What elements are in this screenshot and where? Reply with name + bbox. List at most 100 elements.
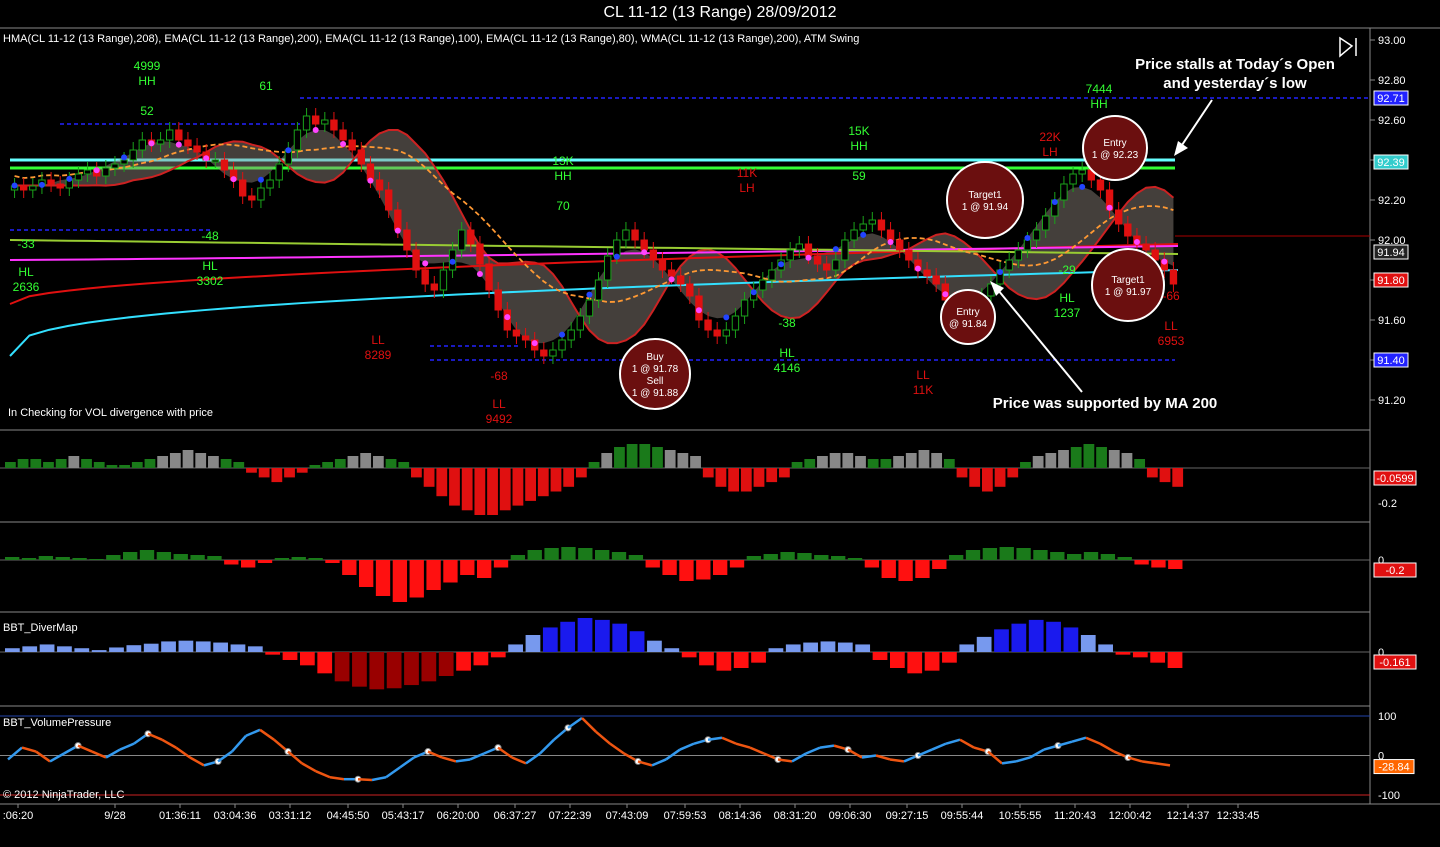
histogram-bar — [1167, 652, 1183, 668]
note-price-stalls: Price stalls at Today´s Open and yesterd… — [1110, 55, 1360, 93]
candle-body — [740, 299, 749, 317]
candle-body — [895, 239, 904, 251]
vp-line-segment — [245, 728, 261, 737]
swing-dot — [1161, 258, 1168, 265]
histogram-bar — [1132, 652, 1148, 658]
histogram-bar — [740, 468, 752, 492]
histogram-bar — [829, 453, 841, 468]
histogram-bar — [1096, 447, 1107, 468]
candle-body — [649, 249, 658, 261]
histogram-bar — [411, 468, 422, 478]
histogram-bar — [1032, 456, 1044, 468]
histogram-bar — [612, 623, 628, 652]
histogram-bar — [5, 648, 20, 652]
histogram-bar — [837, 642, 853, 652]
histogram-bar — [258, 468, 270, 478]
time-tick-label: 07:43:09 — [606, 810, 649, 822]
time-tick-label: 05:43:17 — [382, 810, 425, 822]
swing-label: HL — [18, 265, 34, 279]
candle-body — [795, 243, 804, 251]
price-tag-label: 91.94 — [1377, 247, 1405, 259]
candle-body — [311, 115, 320, 125]
histogram-bar — [230, 644, 246, 652]
histogram-bar — [178, 640, 194, 652]
histogram-bar — [5, 557, 20, 560]
histogram-bar — [626, 444, 638, 468]
time-tick-label: 9/28 — [104, 810, 125, 822]
histogram-bar — [715, 468, 727, 487]
candle-body — [768, 269, 776, 281]
vp-line-segment — [189, 756, 205, 767]
atm-strategy-icon[interactable] — [1339, 36, 1357, 58]
swing-dot — [942, 291, 949, 298]
status-text: In Checking for VOL divergence with pric… — [8, 407, 214, 419]
histogram-bar — [438, 652, 454, 676]
histogram-bar — [1050, 552, 1065, 560]
vp-line-segment — [987, 750, 1003, 765]
candle-body — [467, 229, 475, 245]
histogram-bar — [436, 468, 448, 497]
histogram-bar — [907, 652, 923, 674]
histogram-bar — [1083, 552, 1099, 560]
histogram-bar — [372, 456, 384, 468]
candle-body — [120, 159, 128, 165]
candle-body — [713, 329, 721, 337]
swing-label: -38 — [778, 316, 796, 330]
histogram-bar — [855, 456, 866, 468]
candle-body — [56, 183, 64, 189]
swing-label: -29 — [1058, 263, 1076, 277]
vp-line-segment — [77, 744, 93, 753]
time-tick-label: 12:14:37 — [1167, 810, 1210, 822]
price-tick-label: 93.00 — [1378, 35, 1406, 47]
histogram-bar — [30, 459, 42, 468]
histogram-bar — [1011, 623, 1027, 652]
vp-line-segment — [259, 728, 275, 741]
vp-line-segment — [931, 742, 947, 751]
candle-body — [603, 255, 612, 281]
swing-dot — [531, 340, 538, 347]
candle-body — [631, 229, 639, 241]
histogram-bar — [392, 560, 408, 602]
candle-body — [786, 249, 794, 261]
vp-line-segment — [91, 750, 107, 759]
vp-line-segment — [847, 748, 863, 759]
trade-circle-text: 1 @ 91.78 — [632, 364, 679, 375]
vp-line-segment — [959, 738, 975, 749]
histogram-bar — [487, 468, 498, 515]
swing-dot — [997, 269, 1004, 275]
histogram-bar — [664, 648, 680, 652]
histogram-bar — [847, 558, 863, 560]
histogram-bar — [942, 652, 957, 663]
swing-label-sub: HH — [138, 74, 155, 88]
histogram-bar — [284, 468, 295, 478]
candle-body — [430, 283, 439, 291]
candle-body — [813, 255, 822, 265]
candle-body — [83, 169, 92, 175]
histogram-bar — [449, 468, 460, 506]
swing-dot — [1051, 199, 1058, 205]
swing-label-sub: 1237 — [1054, 306, 1081, 320]
histogram-bar — [22, 646, 38, 652]
diver-map-label: BBT_DiverMap — [3, 622, 78, 634]
candle-body — [138, 139, 147, 151]
swing-dot — [476, 271, 483, 277]
candle-body — [859, 223, 867, 231]
histogram-bar — [915, 560, 930, 578]
histogram-bar — [681, 652, 697, 658]
price-tick-label: 91.60 — [1378, 315, 1406, 327]
vp-line-segment — [567, 716, 583, 729]
swing-dot — [175, 141, 182, 148]
histogram-bar — [791, 462, 803, 468]
candle-body — [868, 219, 877, 225]
histogram-bar — [157, 456, 169, 468]
candle-body — [394, 209, 402, 231]
candle-body — [220, 159, 229, 171]
histogram-bar — [182, 450, 194, 468]
histogram-bar — [1134, 459, 1146, 468]
histogram-bar — [309, 465, 321, 468]
price-tick-label: 92.60 — [1378, 115, 1406, 127]
swing-label-sub: 2636 — [13, 280, 40, 294]
histogram-bar — [325, 560, 340, 563]
trade-circle-text: 1 @ 91.94 — [962, 202, 1009, 213]
candle-body — [384, 189, 393, 211]
